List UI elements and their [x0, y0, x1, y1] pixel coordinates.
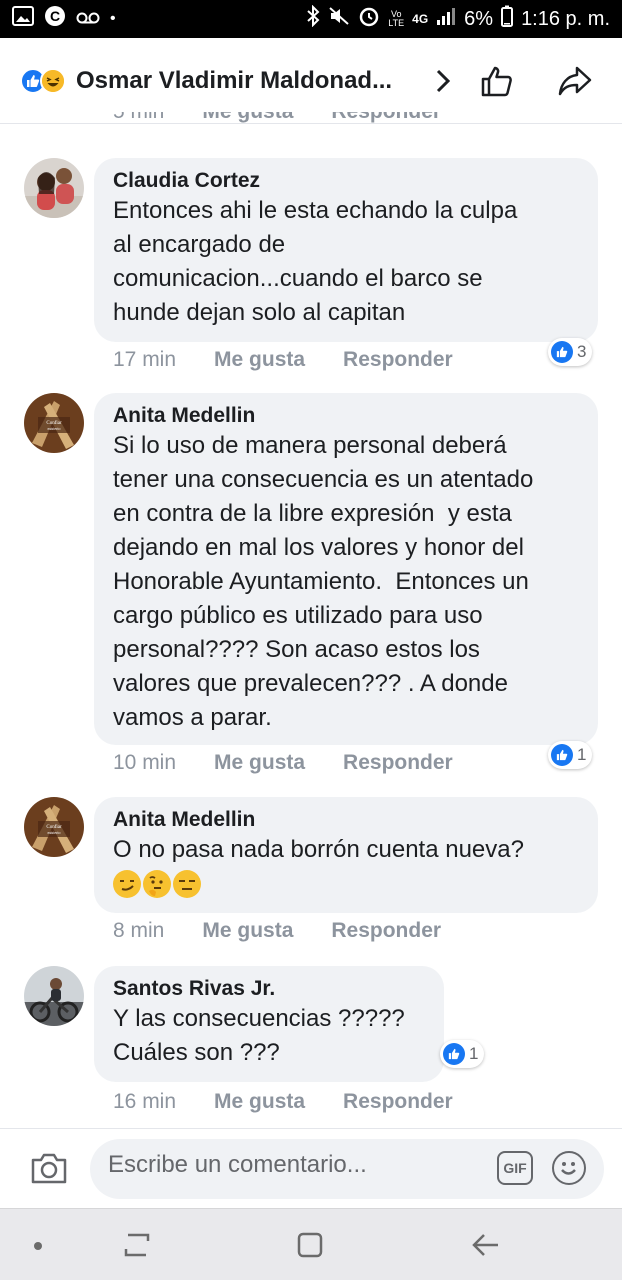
chevron-right-icon[interactable] [424, 62, 462, 100]
comment-author[interactable]: Claudia Cortez [113, 168, 579, 194]
comment-author[interactable]: Anita Medellin [113, 807, 579, 833]
camera-icon[interactable] [30, 1151, 68, 1185]
gallery-icon [12, 6, 34, 32]
like-link[interactable]: Me gusta [202, 919, 293, 943]
status-bar: C • Vo LTE 4G 6% 1:16 p. m. [0, 0, 622, 38]
volte-icon: Vo LTE [388, 9, 405, 28]
svg-text:C: C [50, 8, 60, 24]
svg-text:misterio: misterio [47, 830, 60, 835]
reaction-count-badge[interactable]: 1 [440, 1040, 485, 1068]
avatar[interactable] [24, 158, 84, 218]
home-icon[interactable] [296, 1231, 324, 1264]
comment-time: 5 min [113, 112, 164, 124]
avatar[interactable]: Confiar misterio [24, 797, 84, 857]
svg-text:misterio: misterio [47, 426, 60, 431]
comment-meta: 10 min Me gusta Responder [113, 751, 453, 775]
avatar[interactable]: Confiar misterio [24, 393, 84, 453]
comment-author[interactable]: Santos Rivas Jr. [113, 976, 425, 1002]
comment-meta: 16 min Me gusta Responder [113, 1090, 453, 1114]
previous-comment-meta: 5 min Me gusta Responder [0, 112, 622, 134]
comment-time: 16 min [113, 1090, 177, 1113]
reply-link[interactable]: Responder [343, 348, 453, 372]
reply-link[interactable]: Responder [331, 112, 441, 124]
share-arrow-icon[interactable] [556, 62, 594, 100]
like-link[interactable]: Me gusta [214, 1090, 305, 1114]
clock: 1:16 p. m. [521, 7, 610, 30]
comment-text: Y las consecuencias ????? Cuáles son ??? [113, 1005, 405, 1066]
back-icon[interactable] [470, 1231, 500, 1264]
bluetooth-icon [306, 4, 320, 33]
reaction-count-badge[interactable]: 1 [548, 741, 593, 769]
like-link[interactable]: Me gusta [214, 751, 305, 775]
reaction-count: 1 [469, 1044, 479, 1063]
reaction-count: 3 [577, 342, 587, 361]
gif-button[interactable]: GIF [497, 1151, 533, 1185]
network-type: 4G [412, 12, 429, 26]
nav-dot-icon[interactable] [32, 1239, 44, 1257]
battery-icon [501, 5, 514, 33]
notification-dot-icon: • [110, 10, 116, 27]
comment-meta: 8 min Me gusta Responder [113, 919, 441, 943]
post-title[interactable]: Osmar Vladimir Maldonad... [76, 67, 416, 95]
haha-reaction-icon [40, 67, 66, 94]
emoji-row [113, 867, 579, 901]
comment-text: Si lo uso de manera personal deberá tene… [113, 432, 534, 731]
thumb-up-icon[interactable] [478, 62, 516, 100]
like-reaction-icon [551, 341, 573, 363]
comment-time: 10 min [113, 751, 177, 774]
comment-text: Entonces ahi le esta echando la culpa al… [113, 197, 518, 326]
comment-bubble[interactable]: Claudia Cortez Entonces ahi le esta echa… [94, 158, 598, 342]
system-nav-bar [0, 1208, 622, 1280]
signal-icon [436, 6, 456, 32]
comment-text: O no pasa nada borrón cuenta nueva? [113, 836, 524, 863]
battery-percent: 6% [464, 7, 494, 30]
like-link[interactable]: Me gusta [214, 348, 305, 372]
alarm-icon [358, 5, 380, 33]
comment-time: 8 min [113, 919, 165, 942]
comment-bubble[interactable]: Santos Rivas Jr. Y las consecuencias ???… [94, 966, 444, 1082]
unamused-emoji-icon [173, 870, 201, 898]
smirk-emoji-icon [113, 870, 141, 898]
comment-author[interactable]: Anita Medellin [113, 403, 579, 429]
reaction-count: 1 [577, 745, 587, 764]
comment-bubble[interactable]: Anita Medellin Si lo uso de manera perso… [94, 393, 598, 745]
emoji-picker-icon[interactable] [552, 1151, 586, 1185]
voicemail-icon [76, 8, 100, 31]
reaction-icons [20, 66, 70, 96]
like-reaction-icon [443, 1043, 465, 1065]
reply-link[interactable]: Responder [343, 751, 453, 775]
reaction-count-badge[interactable]: 3 [548, 338, 593, 366]
reply-link[interactable]: Responder [331, 919, 441, 943]
comment-input-placeholder[interactable]: Escribe un comentario... [108, 1151, 367, 1179]
avatar[interactable] [24, 966, 84, 1026]
thinking-emoji-icon [143, 870, 171, 898]
reply-link[interactable]: Responder [343, 1090, 453, 1114]
like-reaction-icon [551, 744, 573, 766]
like-link[interactable]: Me gusta [202, 112, 293, 124]
recent-apps-icon[interactable] [122, 1231, 152, 1264]
comment-bubble[interactable]: Anita Medellin O no pasa nada borrón cue… [94, 797, 598, 913]
comment-composer: Escribe un comentario... GIF [0, 1128, 622, 1208]
comment-time: 17 min [113, 348, 177, 371]
mute-icon [328, 6, 350, 32]
comment-meta: 17 min Me gusta Responder [113, 348, 453, 372]
messenger-c-icon: C [44, 5, 66, 33]
